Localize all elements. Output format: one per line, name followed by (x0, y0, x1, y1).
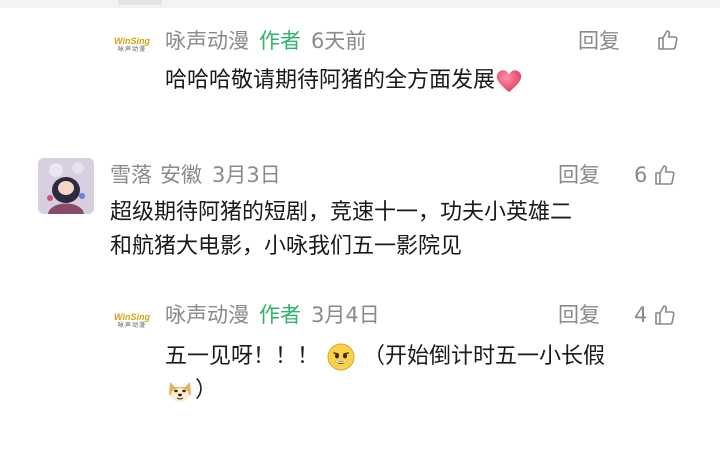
comment-time: 3月4日 (311, 303, 380, 327)
reply-button[interactable]: 回复 (558, 162, 600, 188)
author-location: 安徽 (160, 163, 202, 187)
like-button[interactable]: 4 (634, 302, 677, 328)
comment-time: 6天前 (311, 29, 367, 53)
previous-content-edge (0, 0, 720, 8)
author-badge: 作者 (259, 303, 301, 327)
like-count: 6 (634, 163, 648, 187)
comment-text-part: 五一见呀！！！ (165, 344, 320, 369)
avatar[interactable]: WinSing 咏声动漫 (110, 312, 154, 334)
comment-text-line: 超级期待阿猪的短剧，竞速十一，功夫小英雄二 (110, 200, 573, 225)
avatar[interactable]: WinSing 咏声动漫 (110, 36, 154, 58)
like-button[interactable]: 6 (634, 162, 677, 188)
avatar[interactable] (38, 158, 94, 214)
comment-text: 超级期待阿猪的短剧，竞速十一，功夫小英雄二 和航猪大电影，小咏我们五一影院见 (110, 196, 572, 264)
previous-item-stub (118, 0, 162, 5)
comment-text-line: ） (165, 374, 705, 408)
logo-wordmark: WinSing (114, 36, 150, 46)
like-button[interactable] (656, 28, 680, 52)
logo-subtext: 咏声动漫 (117, 322, 146, 329)
comment-text-part: ） (195, 378, 218, 403)
comment-text-part: （开始倒计时五一小长假 (363, 344, 606, 369)
author-name[interactable]: 咏声动漫 (165, 303, 249, 327)
thumbs-up-icon (658, 30, 678, 50)
comment-text: 五一见呀！！！ （开始倒计时五一小长假 ） (165, 340, 705, 408)
comment-time: 3月3日 (212, 163, 281, 187)
comment-text: 哈哈哈敬请期待阿猪的全方面发展 (165, 64, 523, 98)
comment-text-line: 和航猪大电影，小咏我们五一影院见 (110, 234, 463, 259)
author-name[interactable]: 咏声动漫 (165, 29, 249, 53)
thumbs-up-icon (655, 165, 676, 185)
author-badge: 作者 (259, 29, 301, 53)
comment-meta: 咏声动漫 作者 6天前 (165, 28, 366, 54)
doge-emoji-icon (169, 382, 191, 402)
comment-text-line: 五一见呀！！！ （开始倒计时五一小长假 (165, 340, 705, 374)
reply-button[interactable]: 回复 (558, 302, 600, 328)
comment-meta: 咏声动漫 作者 3月4日 (165, 302, 380, 328)
logo-subtext: 咏声动漫 (117, 46, 146, 53)
author-name[interactable]: 雪落 (110, 163, 152, 187)
like-count: 4 (634, 303, 648, 327)
user-avatar-image (38, 158, 94, 214)
reply-button[interactable]: 回复 (578, 28, 620, 54)
logo-wordmark: WinSing (114, 312, 150, 322)
thumbs-up-icon (655, 305, 676, 325)
comment-text-content: 哈哈哈敬请期待阿猪的全方面发展 (165, 68, 496, 93)
heart-emoji-icon (496, 70, 522, 92)
comment-meta: 雪落 安徽 3月3日 (110, 162, 281, 188)
grin-emoji-icon (327, 343, 355, 371)
